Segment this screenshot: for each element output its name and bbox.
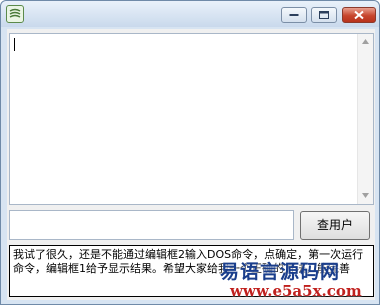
- output-textarea[interactable]: [9, 33, 374, 205]
- client-area: 查用户 我试了很久，还是不能通过编辑框2输入DOS命令，点确定，第一次运行命令，…: [7, 29, 375, 300]
- title-bar[interactable]: [1, 1, 379, 27]
- info-text: 我试了很久，还是不能通过编辑框2输入DOS命令，点确定，第一次运行命令，编辑框1…: [13, 248, 364, 275]
- app-window: 查用户 我试了很久，还是不能通过编辑框2输入DOS命令，点确定，第一次运行命令，…: [0, 0, 380, 305]
- info-label-box: 我试了很久，还是不能通过编辑框2输入DOS命令，点确定，第一次运行命令，编辑框1…: [9, 245, 374, 297]
- scroll-up-icon: [362, 39, 369, 44]
- minimize-icon: [289, 14, 299, 16]
- app-window-icon[interactable]: [6, 5, 24, 23]
- close-icon: [354, 10, 364, 20]
- scroll-down-icon: [362, 193, 369, 198]
- query-input[interactable]: [9, 210, 294, 240]
- query-user-button[interactable]: 查用户: [300, 211, 370, 240]
- scroll-down-button[interactable]: [358, 188, 374, 204]
- text-caret: [14, 38, 15, 51]
- maximize-icon: [319, 11, 329, 19]
- close-button[interactable]: [342, 7, 376, 23]
- vertical-scrollbar[interactable]: [357, 34, 373, 204]
- scroll-up-button[interactable]: [358, 34, 374, 50]
- maximize-button[interactable]: [311, 7, 337, 23]
- minimize-button[interactable]: [281, 7, 307, 23]
